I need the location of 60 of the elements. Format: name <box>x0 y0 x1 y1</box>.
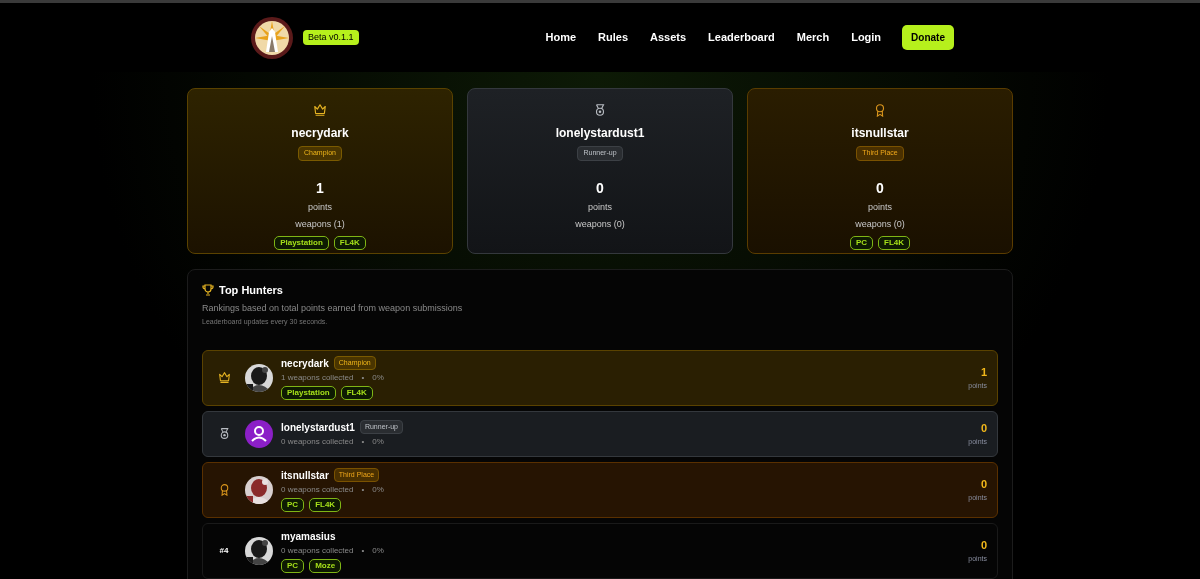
bullet-separator: • <box>361 435 365 448</box>
medal-icon <box>593 103 607 117</box>
tag: FL4K <box>333 235 366 250</box>
points-value: 0 <box>980 538 987 553</box>
points-value: 0 <box>876 178 884 198</box>
points-label: points <box>868 200 892 214</box>
tag: PC <box>281 497 305 512</box>
bullet-separator: • <box>361 483 365 496</box>
nav-link[interactable]: Leaderboard <box>701 29 782 46</box>
player-name: necrydark <box>291 125 349 142</box>
points-label: points <box>588 200 612 214</box>
tag: FL4K <box>309 497 342 512</box>
rank-number: #4 <box>219 544 229 557</box>
nav-link[interactable]: Home <box>538 29 584 46</box>
bullet-separator: • <box>361 544 365 557</box>
tag: Moze <box>309 558 342 573</box>
points-value: 0 <box>596 178 604 198</box>
panel-subtitle: Rankings based on total points earned from weapon submissions <box>202 301 464 315</box>
version-badge: Beta v0.1.1 <box>303 29 359 46</box>
trophy-icon <box>202 284 214 297</box>
completion-percent: 0% <box>372 371 384 384</box>
donate-button[interactable]: Donate <box>902 25 954 50</box>
points-value: 1 <box>316 178 324 198</box>
player-name: itsnullstar <box>281 468 329 483</box>
crown-icon <box>313 103 327 117</box>
completion-percent: 0% <box>372 483 384 496</box>
weapons-count: weapons (1) <box>295 218 345 231</box>
player-name: necrydark <box>281 356 329 371</box>
points-label: points <box>308 200 332 214</box>
points-value: 0 <box>980 477 987 492</box>
weapons-collected: 1 weapons collected <box>281 371 354 384</box>
panel-title: Top Hunters <box>219 283 283 298</box>
weapons-count: weapons (0) <box>575 218 625 231</box>
nav-link[interactable]: Rules <box>591 29 636 46</box>
nav-link[interactable]: Assets <box>643 29 694 46</box>
player-name: itsnullstar <box>851 125 909 142</box>
award-icon <box>873 103 887 117</box>
bullet-separator: • <box>361 371 365 384</box>
nav-link[interactable]: Merch <box>789 29 837 46</box>
tag: PC <box>849 235 874 250</box>
tag: FL4K <box>340 385 373 400</box>
weapons-count: weapons (0) <box>855 218 905 231</box>
nav-link[interactable]: Login <box>844 29 889 46</box>
player-name: lonelystardust1 <box>555 125 645 142</box>
tag: FL4K <box>878 235 911 250</box>
tag: PC <box>281 558 305 573</box>
completion-percent: 0% <box>372 544 384 557</box>
points-value: 1 <box>980 365 987 380</box>
tag: Playstation <box>274 235 329 250</box>
weapons-collected: 0 weapons collected <box>281 544 354 557</box>
points-value: 0 <box>980 421 987 436</box>
crown-icon <box>217 371 231 384</box>
player-name: lonelystardust1 <box>281 420 355 435</box>
weapons-collected: 0 weapons collected <box>281 483 354 496</box>
avatar-icon <box>245 419 273 448</box>
logo-icon[interactable] <box>250 15 294 60</box>
tag: Playstation <box>281 385 336 400</box>
weapons-collected: 0 weapons collected <box>281 435 354 448</box>
completion-percent: 0% <box>372 435 384 448</box>
player-name: myamasius <box>281 529 336 544</box>
